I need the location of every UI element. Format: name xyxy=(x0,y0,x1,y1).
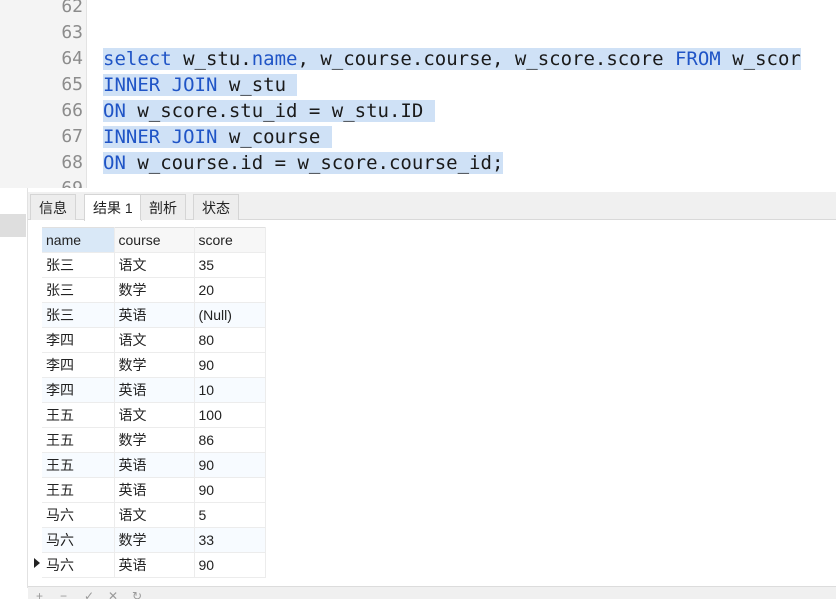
code-text[interactable]: ON w_score.stu_id = w_stu.ID xyxy=(103,98,435,124)
cell-score[interactable]: 35 xyxy=(194,252,266,278)
tab-status[interactable]: 状态 xyxy=(193,194,239,220)
line-number: 67 xyxy=(61,126,83,147)
cell-course[interactable]: 英语 xyxy=(114,302,195,328)
code-text[interactable]: INNER JOIN w_course xyxy=(103,124,332,150)
cell-score[interactable]: 90 xyxy=(194,477,266,503)
code-text[interactable]: select w_stu.name, w_course.course, w_sc… xyxy=(103,46,801,72)
code-line-66[interactable]: 66 ON w_score.stu_id = w_stu.ID xyxy=(0,98,836,124)
refresh-icon[interactable]: ↻ xyxy=(132,590,142,599)
cell-score[interactable]: 86 xyxy=(194,427,266,453)
code-line-68[interactable]: 68 ON w_course.id = w_score.course_id; xyxy=(0,150,836,176)
column-header-name[interactable]: name xyxy=(42,227,115,253)
cell-name[interactable]: 马六 xyxy=(42,502,115,528)
line-number: 62 xyxy=(61,0,83,17)
cell-score[interactable]: 90 xyxy=(194,552,266,578)
panel-border xyxy=(27,188,28,588)
cell-course[interactable]: 语文 xyxy=(114,402,195,428)
line-number: 64 xyxy=(61,48,83,69)
apply-changes-icon[interactable]: ✓ xyxy=(84,590,94,599)
line-number: 66 xyxy=(61,100,83,121)
cell-name[interactable]: 王五 xyxy=(42,402,115,428)
cell-course[interactable]: 语文 xyxy=(114,252,195,278)
cell-course[interactable]: 数学 xyxy=(114,277,195,303)
table-row[interactable]: 马六 语文 5 xyxy=(42,502,266,528)
cell-score[interactable]: 90 xyxy=(194,452,266,478)
cell-name[interactable]: 王五 xyxy=(42,452,115,478)
discard-changes-icon[interactable]: ✕ xyxy=(108,590,118,599)
cell-name[interactable]: 王五 xyxy=(42,477,115,503)
cell-name[interactable]: 张三 xyxy=(42,252,115,278)
code-line-67[interactable]: 67 INNER JOIN w_course xyxy=(0,124,836,150)
cell-course[interactable]: 数学 xyxy=(114,352,195,378)
table-row[interactable]: 张三 语文 35 xyxy=(42,252,266,278)
cell-name[interactable]: 王五 xyxy=(42,427,115,453)
table-row[interactable]: 张三 数学 20 xyxy=(42,277,266,303)
cell-name[interactable]: 张三 xyxy=(42,277,115,303)
cell-name[interactable]: 李四 xyxy=(42,327,115,353)
table-row[interactable]: 李四 语文 80 xyxy=(42,327,266,353)
code-line-64[interactable]: 64 select w_stu.name, w_course.course, w… xyxy=(0,46,836,72)
table-row[interactable]: 王五 数学 86 xyxy=(42,427,266,453)
cell-course[interactable]: 英语 xyxy=(114,552,195,578)
column-header-course[interactable]: course xyxy=(114,227,195,253)
code-line-65[interactable]: 65 INNER JOIN w_stu xyxy=(0,72,836,98)
cell-course[interactable]: 英语 xyxy=(114,477,195,503)
tab-profile[interactable]: 剖析 xyxy=(140,194,186,220)
cell-course[interactable]: 英语 xyxy=(114,452,195,478)
cell-course[interactable]: 数学 xyxy=(114,527,195,553)
column-header-score[interactable]: score xyxy=(194,227,266,253)
cell-name[interactable]: 张三 xyxy=(42,302,115,328)
cell-score[interactable]: 20 xyxy=(194,277,266,303)
table-row[interactable]: 马六 数学 33 xyxy=(42,527,266,553)
cell-score[interactable]: 100 xyxy=(194,402,266,428)
cell-score[interactable]: 33 xyxy=(194,527,266,553)
code-line-69: 69 xyxy=(0,176,836,188)
panel-splitter[interactable] xyxy=(0,214,26,237)
code-text[interactable]: INNER JOIN w_stu xyxy=(103,72,298,98)
result-tab-bar: 信息 结果 1 剖析 状态 xyxy=(28,192,836,221)
code-text[interactable]: ON w_course.id = w_score.course_id; xyxy=(103,150,504,176)
line-number: 68 xyxy=(61,152,83,173)
current-row-marker-icon xyxy=(34,558,40,568)
cell-name[interactable]: 马六 xyxy=(42,552,115,578)
cell-score[interactable]: 10 xyxy=(194,377,266,403)
cell-score[interactable]: 90 xyxy=(194,352,266,378)
tab-info[interactable]: 信息 xyxy=(30,194,76,220)
cell-course[interactable]: 英语 xyxy=(114,377,195,403)
add-record-icon[interactable]: + xyxy=(36,590,43,599)
cell-name[interactable]: 李四 xyxy=(42,352,115,378)
table-row[interactable]: 张三 英语 (Null) xyxy=(42,302,266,328)
cell-name[interactable]: 马六 xyxy=(42,527,115,553)
line-number: 69 xyxy=(0,176,83,188)
table-row[interactable]: 李四 数学 90 xyxy=(42,352,266,378)
code-line-63: 63 xyxy=(0,20,836,46)
line-number: 63 xyxy=(61,22,83,43)
line-number: 65 xyxy=(61,74,83,95)
cell-name[interactable]: 李四 xyxy=(42,377,115,403)
table-row[interactable]: 李四 英语 10 xyxy=(42,377,266,403)
table-row[interactable]: 王五 英语 90 xyxy=(42,477,266,503)
cell-score[interactable]: 5 xyxy=(194,502,266,528)
code-line-62: 62 xyxy=(0,0,836,20)
result-grid[interactable]: name course score 张三 语文 35 张三 数学 20 张三 英… xyxy=(42,227,266,578)
delete-record-icon[interactable]: − xyxy=(60,590,67,599)
cell-score-null[interactable]: (Null) xyxy=(194,302,266,328)
cell-score[interactable]: 80 xyxy=(194,327,266,353)
cell-course[interactable]: 语文 xyxy=(114,502,195,528)
table-row[interactable]: 马六 英语 90 xyxy=(42,552,266,578)
tab-result-1[interactable]: 结果 1 xyxy=(84,194,142,221)
grid-header-row: name course score xyxy=(42,227,266,253)
cell-course[interactable]: 语文 xyxy=(114,327,195,353)
cell-course[interactable]: 数学 xyxy=(114,427,195,453)
grid-toolbar: + − ✓ ✕ ↻ xyxy=(28,586,836,599)
table-row[interactable]: 王五 语文 100 xyxy=(42,402,266,428)
sql-editor[interactable]: 62 63 64 select w_stu.name, w_course.cou… xyxy=(0,0,836,188)
table-row[interactable]: 王五 英语 90 xyxy=(42,452,266,478)
